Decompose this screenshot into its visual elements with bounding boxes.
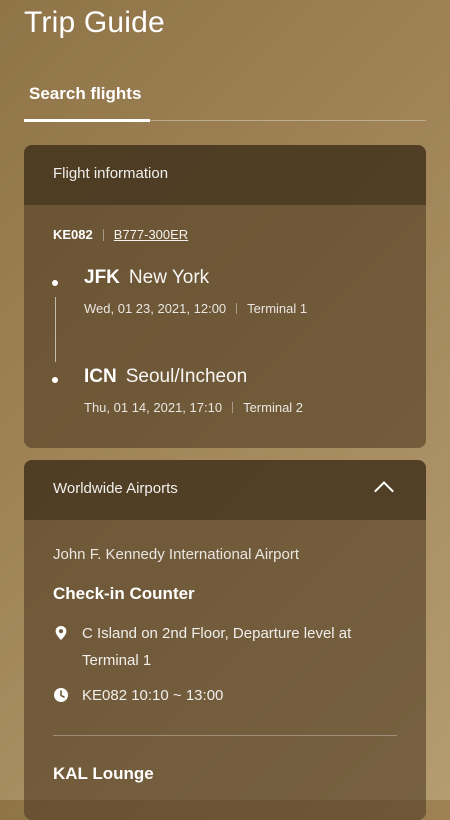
arrival-separator bbox=[232, 402, 234, 413]
lounge-title: KAL Lounge bbox=[53, 764, 154, 783]
timeline-line bbox=[55, 297, 56, 362]
checkin-hours-row: KE082 10:10 ~ 13:00 bbox=[53, 682, 383, 709]
departure-separator bbox=[236, 303, 238, 314]
arrival-city: Seoul/Incheon bbox=[125, 366, 248, 387]
departure-stop: JFK New York Wed, 01 23, 2021, 12:00 Ter… bbox=[84, 267, 307, 316]
arrival-code: ICN bbox=[84, 366, 117, 387]
arrival-dot bbox=[52, 377, 58, 383]
checkin-location-row: C Island on 2nd Floor, Departure level a… bbox=[53, 620, 383, 674]
airport-name: John F. Kennedy International Airport bbox=[53, 546, 299, 563]
departure-code: JFK bbox=[84, 267, 120, 288]
airports-card-title: Worldwide Airports bbox=[53, 480, 178, 497]
flight-meta: KE082 B777-300ER bbox=[53, 227, 188, 242]
tab-search-flights[interactable]: Search flights bbox=[24, 80, 150, 122]
departure-city: New York bbox=[128, 267, 210, 288]
flight-card-title: Flight information bbox=[53, 165, 169, 182]
worldwide-airports-card: Worldwide Airports John F. Kennedy Inter… bbox=[24, 460, 426, 820]
flight-number: KE082 bbox=[53, 227, 93, 242]
section-divider bbox=[53, 735, 397, 736]
arrival-stop: ICN Seoul/Incheon Thu, 01 14, 2021, 17:1… bbox=[84, 366, 303, 415]
arrival-terminal: Terminal 2 bbox=[243, 400, 304, 415]
checkin-location-line2: Terminal 1 bbox=[82, 652, 152, 669]
arrival-datetime: Thu, 01 14, 2021, 17:10 bbox=[84, 400, 223, 415]
checkin-location-line1: C Island on 2nd Floor, Departure level a… bbox=[82, 625, 352, 642]
tab-label: Search flights bbox=[29, 84, 142, 103]
page-title: Trip Guide bbox=[24, 6, 165, 39]
tab-bar: Search flights bbox=[24, 80, 426, 122]
departure-datetime: Wed, 01 23, 2021, 12:00 bbox=[84, 301, 227, 316]
aircraft-link[interactable]: B777-300ER bbox=[114, 227, 188, 242]
flight-information-card: Flight information KE082 B777-300ER JFK … bbox=[24, 145, 426, 448]
clock-icon bbox=[54, 688, 68, 702]
chevron-up-icon[interactable] bbox=[374, 481, 394, 501]
departure-dot bbox=[52, 280, 58, 286]
meta-separator bbox=[102, 228, 104, 241]
checkin-hours: KE082 10:10 ~ 13:00 bbox=[82, 687, 224, 704]
checkin-title: Check-in Counter bbox=[53, 584, 195, 603]
airports-card-header[interactable]: Worldwide Airports bbox=[24, 460, 426, 520]
flight-card-header: Flight information bbox=[24, 145, 426, 205]
tab-active-indicator bbox=[24, 119, 150, 122]
location-pin-icon bbox=[55, 626, 67, 640]
departure-terminal: Terminal 1 bbox=[247, 301, 308, 316]
